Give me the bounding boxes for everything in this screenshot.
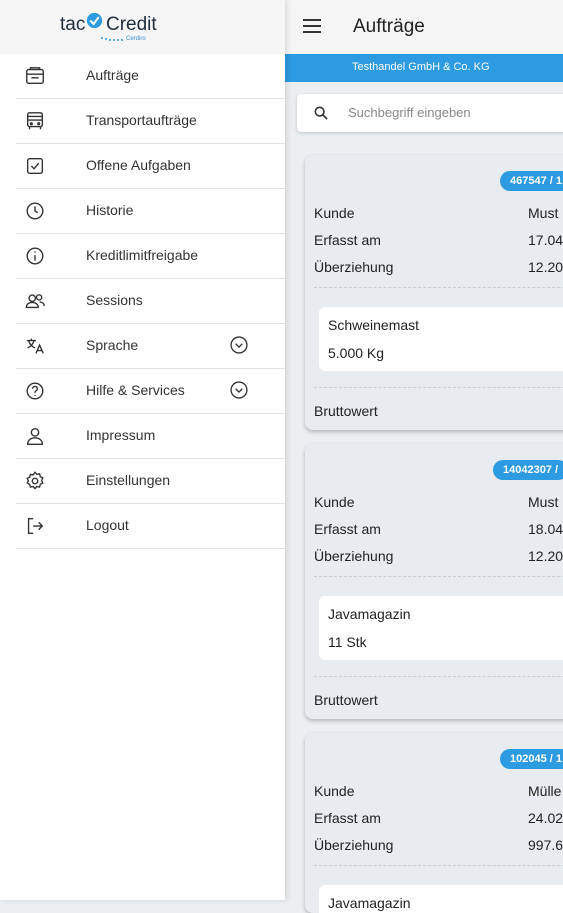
order-item: Javamagazin 11 Stk	[319, 596, 563, 660]
page-title: Aufträge	[353, 16, 425, 37]
order-item: Schweinemast 5.000 Kg	[319, 307, 563, 371]
menu-item-label: Hilfe & Services	[86, 382, 185, 398]
customer-value: Must	[528, 205, 559, 221]
menu-item-sessions[interactable]: Sessions	[16, 279, 285, 324]
app-bar: Aufträge	[285, 0, 563, 54]
overdraft-value: 12.20	[528, 548, 563, 564]
customer-value: Mülle	[528, 783, 562, 799]
translate-icon	[24, 335, 46, 357]
customer-label: Kunde	[314, 494, 355, 510]
menu-item-language[interactable]: Sprache	[16, 324, 285, 369]
menu-item-label: Kreditlimitfreigabe	[86, 247, 199, 263]
menu-item-orders[interactable]: Aufträge	[16, 54, 285, 99]
divider	[314, 676, 563, 677]
orders-icon	[24, 65, 46, 87]
navigation-drawer: tac Credit Cerdiro Aufträge Transportauf…	[0, 0, 285, 900]
logo-dots-icon	[101, 37, 123, 41]
menu-item-help-services[interactable]: Hilfe & Services	[16, 369, 285, 414]
divider	[314, 576, 563, 577]
item-quantity: 11 Stk	[328, 634, 367, 650]
checkbox-icon	[24, 155, 46, 177]
menu-icon[interactable]	[303, 17, 323, 35]
divider	[314, 387, 563, 388]
captured-label: Erfasst am	[314, 232, 381, 248]
menu-item-label: Aufträge	[86, 67, 139, 83]
brand-logo: tac Credit Cerdiro	[60, 10, 160, 46]
brand-logo-part1: tac	[60, 14, 86, 35]
order-card[interactable]: 102045 / 1 Kunde Mülle Erfasst am 24.02 …	[305, 733, 563, 913]
overdraft-label: Überziehung	[314, 837, 394, 853]
chevron-down-icon[interactable]	[229, 335, 249, 355]
item-name: Javamagazin	[328, 895, 411, 911]
captured-label: Erfasst am	[314, 810, 381, 826]
captured-value: 18.04	[528, 521, 563, 537]
order-item: Javamagazin	[319, 885, 563, 913]
order-card[interactable]: 467547 / 1 Kunde Must Erfasst am 17.04 Ü…	[305, 155, 563, 430]
menu-item-label: Impressum	[86, 427, 156, 443]
help-icon	[24, 380, 46, 402]
search-input[interactable]: Suchbegriff eingeben	[297, 94, 563, 132]
menu-item-settings[interactable]: Einstellungen	[16, 459, 285, 504]
brand-logo-sub: Cerdiro	[126, 36, 146, 42]
menu-item-label: Historie	[86, 202, 134, 218]
menu-item-label: Offene Aufgaben	[86, 157, 191, 173]
chevron-down-icon[interactable]	[229, 380, 249, 400]
gear-icon	[24, 470, 46, 492]
company-banner: Testhandel GmbH & Co. KG	[285, 54, 563, 82]
menu-item-label: Transportaufträge	[86, 112, 197, 128]
menu-item-history[interactable]: Historie	[16, 189, 285, 234]
overdraft-value: 997.6	[528, 837, 563, 853]
order-number-badge: 102045 / 1	[500, 749, 563, 769]
item-name: Schweinemast	[328, 317, 420, 333]
gross-label: Bruttowert	[314, 403, 378, 419]
captured-value: 24.02	[528, 810, 563, 826]
menu-item-credit-limit[interactable]: Kreditlimitfreigabe	[16, 234, 285, 279]
info-icon	[24, 245, 46, 267]
menu-item-label: Logout	[86, 517, 129, 533]
logout-icon	[24, 515, 46, 537]
drawer-header: tac Credit Cerdiro	[0, 0, 285, 54]
users-icon	[24, 290, 46, 312]
overdraft-label: Überziehung	[314, 548, 394, 564]
customer-label: Kunde	[314, 783, 355, 799]
order-number-badge: 14042307 /	[493, 460, 563, 480]
overdraft-value: 12.20	[528, 259, 563, 275]
customer-label: Kunde	[314, 205, 355, 221]
divider	[314, 865, 563, 866]
customer-value: Must	[528, 494, 559, 510]
overdraft-label: Überziehung	[314, 259, 394, 275]
search-icon	[314, 106, 328, 120]
item-quantity: 5.000 Kg	[328, 345, 385, 361]
company-name: Testhandel GmbH & Co. KG	[352, 61, 490, 73]
person-icon	[24, 425, 46, 447]
menu-item-label: Einstellungen	[86, 472, 171, 488]
search-placeholder: Suchbegriff eingeben	[348, 105, 471, 120]
menu-item-imprint[interactable]: Impressum	[16, 414, 285, 459]
menu-item-transport-orders[interactable]: Transportaufträge	[16, 99, 285, 144]
divider	[314, 287, 563, 288]
order-number-badge: 467547 / 1	[500, 171, 563, 191]
menu-item-logout[interactable]: Logout	[16, 504, 285, 549]
clock-icon	[24, 200, 46, 222]
captured-label: Erfasst am	[314, 521, 381, 537]
logo-check-icon	[86, 12, 103, 29]
item-name: Javamagazin	[328, 606, 411, 622]
order-card[interactable]: 14042307 / Kunde Must Erfasst am 18.04 Ü…	[305, 444, 563, 719]
captured-value: 17.04	[528, 232, 563, 248]
brand-logo-part2: Credit	[106, 14, 157, 35]
transport-icon	[24, 110, 46, 132]
menu-item-open-tasks[interactable]: Offene Aufgaben	[16, 144, 285, 189]
menu-item-label: Sessions	[86, 292, 143, 308]
gross-label: Bruttowert	[314, 692, 378, 708]
menu-item-label: Sprache	[86, 337, 139, 353]
